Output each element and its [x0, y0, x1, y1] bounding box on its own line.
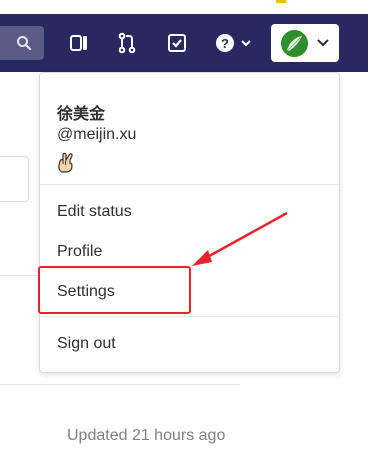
avatar — [281, 30, 308, 57]
merge-requests-icon — [118, 32, 136, 54]
todos-nav-button[interactable] — [165, 31, 189, 55]
updated-timestamp: Updated 21 hours ago — [67, 427, 226, 444]
issues-icon — [70, 35, 87, 51]
chevron-down-icon — [317, 39, 329, 47]
divider — [0, 275, 40, 276]
merge-requests-nav-button[interactable] — [115, 31, 139, 55]
svg-text:?: ? — [221, 36, 229, 51]
help-icon: ? — [216, 34, 251, 52]
user-menu-button[interactable] — [271, 24, 339, 62]
todos-icon — [168, 34, 186, 52]
search-icon — [17, 36, 32, 51]
divider — [0, 384, 240, 385]
user-display-name: 徐美金 — [57, 106, 106, 123]
divider — [40, 184, 339, 185]
divider — [40, 316, 339, 317]
top-navbar: ? — [0, 14, 368, 72]
settings-highlight-box — [38, 266, 191, 314]
browser-strip — [0, 0, 368, 10]
help-nav-button[interactable]: ? — [214, 31, 254, 55]
search-button[interactable] — [0, 26, 44, 60]
profile-menu-item[interactable]: Profile — [57, 243, 102, 261]
background-panel — [0, 156, 29, 202]
crossed-fingers-emoji-icon — [58, 152, 73, 173]
top-accent — [276, 0, 286, 3]
user-handle: @meijin.xu — [57, 126, 137, 143]
sign-out-menu-item[interactable]: Sign out — [57, 335, 116, 353]
issues-nav-button[interactable] — [67, 31, 91, 55]
edit-status-menu-item[interactable]: Edit status — [57, 203, 132, 221]
annotation-arrow — [192, 211, 288, 266]
